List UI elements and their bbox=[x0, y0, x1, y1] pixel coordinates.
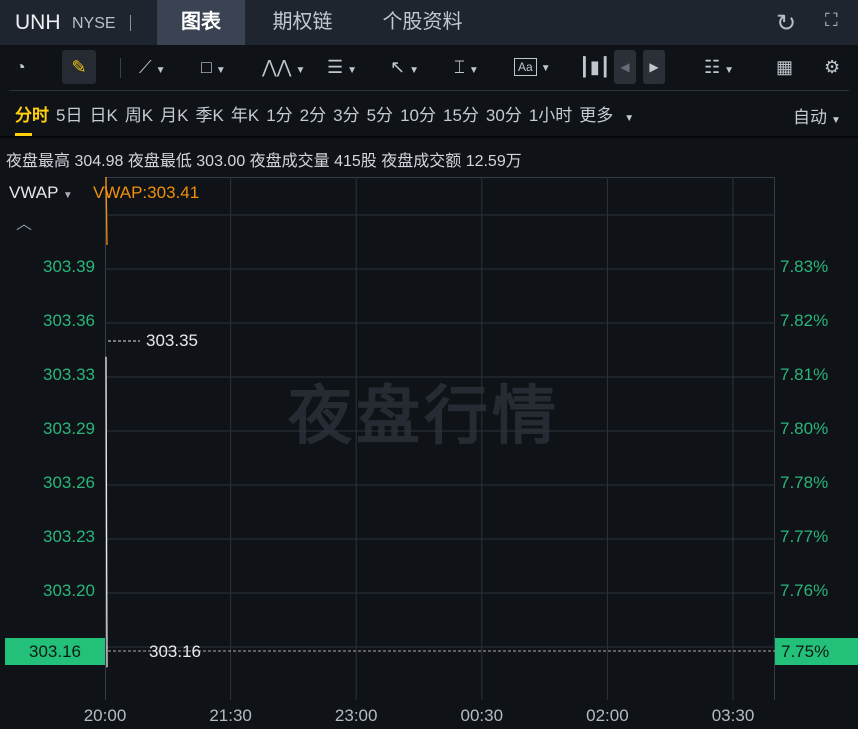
y-left-tick: 303.20 bbox=[43, 581, 95, 600]
y-right-tick: 7.81% bbox=[780, 365, 829, 384]
collapse-icon[interactable]: ︿ bbox=[16, 210, 32, 234]
x-tick: 02:00 bbox=[586, 706, 629, 725]
y-right-tick: 7.77% bbox=[780, 527, 829, 546]
y-left-tick: 303.33 bbox=[43, 365, 95, 384]
x-tick: 23:00 bbox=[334, 706, 378, 725]
indicator-name: VWAP bbox=[9, 183, 59, 202]
y-left-tick: 303.26 bbox=[43, 473, 95, 492]
x-tick: 03:30 bbox=[711, 706, 755, 725]
current-pct-badge: 7.75% bbox=[775, 638, 858, 665]
high-label: 303.35 bbox=[146, 331, 198, 350]
y-left-tick: 303.39 bbox=[43, 257, 95, 276]
vwap-value: VWAP:303.41 bbox=[93, 183, 200, 202]
x-tick: 21:30 bbox=[209, 706, 252, 725]
y-right-tick: 7.80% bbox=[780, 419, 829, 438]
y-right-tick: 7.76% bbox=[780, 581, 829, 600]
y-left-tick: 303.36 bbox=[43, 311, 95, 330]
price-line bbox=[105, 356, 108, 668]
y-left-tick: 303.29 bbox=[43, 419, 95, 438]
x-tick: 00:30 bbox=[460, 706, 504, 725]
y-right-tick: 7.83% bbox=[780, 257, 829, 276]
chart-svg bbox=[105, 176, 775, 700]
x-tick: 20:00 bbox=[83, 706, 127, 725]
y-right-tick: 7.82% bbox=[780, 311, 829, 330]
chevron-down-icon: ▼ bbox=[62, 190, 73, 201]
current-price-badge: 303.16 bbox=[5, 638, 105, 665]
y-left-tick: 303.23 bbox=[43, 527, 95, 546]
low-label: 303.16 bbox=[149, 642, 201, 661]
indicator-select[interactable]: VWAP ▼ bbox=[9, 183, 73, 203]
y-right-tick: 7.78% bbox=[780, 473, 829, 492]
